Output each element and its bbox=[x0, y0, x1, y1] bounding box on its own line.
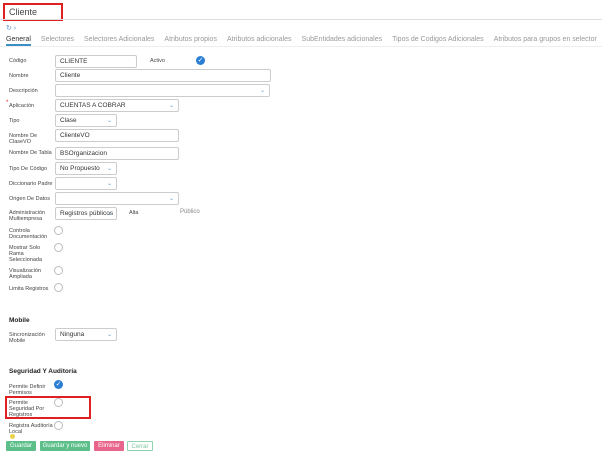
tab-bar: General Selectores Selectores Adicionale… bbox=[6, 36, 597, 46]
tipocodigo-select[interactable]: No Propuesto ⌄ bbox=[55, 162, 117, 175]
clasevo-label: Nombre De ClaseVO bbox=[9, 133, 38, 145]
sync-label: Sincronización Mobile bbox=[9, 332, 45, 344]
tipocodigo-value: No Propuesto bbox=[60, 165, 100, 172]
diccionario-select[interactable]: ⌄ bbox=[55, 177, 117, 190]
chevron-down-icon: ⌄ bbox=[106, 181, 112, 187]
descripcion-select[interactable]: ⌄ bbox=[55, 84, 270, 97]
multiempresa-label: Administración Multiempresa bbox=[9, 210, 46, 222]
nombre-label: Nombre bbox=[9, 73, 29, 79]
rama-checkbox[interactable] bbox=[54, 243, 63, 252]
tipocodigo-label: Tipo De Código bbox=[9, 166, 48, 172]
visualizacion-checkbox[interactable] bbox=[54, 266, 63, 275]
tab-atributos-adicionales[interactable]: Atributos adicionales bbox=[227, 36, 292, 46]
origen-label: Origen De Datos bbox=[9, 196, 50, 202]
diccionario-label: Diccionario Padre bbox=[9, 181, 53, 187]
permisos-label: Permite Definir Permisos bbox=[9, 384, 46, 396]
codigo-input[interactable]: CLIENTE bbox=[55, 55, 137, 68]
tab-subentidades[interactable]: SubEntidades adicionales bbox=[302, 36, 383, 46]
seguridad-registros-checkbox[interactable] bbox=[54, 398, 63, 407]
cerrar-button[interactable]: Cerrar bbox=[127, 441, 153, 451]
chevron-down-icon: ⌄ bbox=[106, 118, 112, 124]
origen-select[interactable]: ⌄ bbox=[55, 192, 179, 205]
controla-label: Controla Documentación bbox=[9, 228, 48, 240]
chevron-down-icon: ⌄ bbox=[106, 166, 112, 172]
chevron-down-icon: ⌄ bbox=[106, 211, 112, 217]
activo-checkbox[interactable]: ✓ bbox=[196, 56, 205, 65]
activo-label: Activo bbox=[150, 58, 165, 64]
tab-atributos-propios[interactable]: Atributos propios bbox=[164, 36, 217, 46]
nombre-input[interactable]: Cliente bbox=[55, 69, 271, 82]
aplicacion-value: CUENTAS A COBRAR bbox=[60, 102, 126, 109]
guardar-button[interactable]: Guardar bbox=[6, 441, 36, 451]
chevron-down-icon: ⌄ bbox=[259, 88, 265, 94]
guardar-nuevo-button[interactable]: Guardar y nuevo bbox=[40, 441, 90, 451]
permisos-checkbox[interactable]: ✓ bbox=[54, 380, 63, 389]
tipo-value: Clase bbox=[60, 117, 77, 124]
limita-label: Limita Registros bbox=[9, 286, 49, 292]
chevron-down-icon: ⌄ bbox=[168, 196, 174, 202]
limita-checkbox[interactable] bbox=[54, 283, 63, 292]
chevron-down-icon: ⌄ bbox=[168, 103, 174, 109]
refresh-icon[interactable]: ↻ › bbox=[6, 24, 16, 32]
codigo-label: Código bbox=[9, 58, 27, 64]
tab-tipos-codigos[interactable]: Tipos de Codigos Adicionales bbox=[392, 36, 484, 46]
tab-selectores-adicionales[interactable]: Selectores Adicionales bbox=[84, 36, 154, 46]
mobile-heading: Mobile bbox=[9, 317, 30, 324]
multiempresa-value: Registros públicos bbox=[60, 210, 114, 217]
aplicacion-label: Aplicación bbox=[9, 103, 35, 109]
publico-label: Público bbox=[180, 209, 200, 215]
tab-divider bbox=[0, 46, 602, 47]
tab-selectores[interactable]: Selectores bbox=[41, 36, 74, 46]
tabla-label: Nombre De Tabla bbox=[9, 150, 52, 156]
auditoria-label: Registra Auditoría Local bbox=[9, 423, 53, 435]
tipo-select[interactable]: Clase ⌄ bbox=[55, 114, 117, 127]
alta-label: Alta bbox=[129, 210, 139, 216]
controla-checkbox[interactable] bbox=[54, 226, 63, 235]
chevron-down-icon: ⌄ bbox=[106, 332, 112, 338]
seguridad-registros-label: Permite Seguridad Por Registros bbox=[9, 400, 45, 418]
rama-label: Mostrar Solo Rama Seleccionada bbox=[9, 245, 43, 263]
aplicacion-select[interactable]: CUENTAS A COBRAR ⌄ bbox=[55, 99, 179, 112]
tab-general[interactable]: General bbox=[6, 36, 31, 46]
clasevo-input[interactable]: ClienteVO bbox=[55, 129, 179, 142]
auditoria-checkbox[interactable] bbox=[54, 421, 63, 430]
sync-select[interactable]: Ninguna ⌄ bbox=[55, 328, 117, 341]
tipo-label: Tipo bbox=[9, 118, 20, 124]
visualizacion-label: Visualización Ampliada bbox=[9, 268, 42, 280]
seguridad-heading: Seguridad Y Auditoría bbox=[9, 368, 77, 375]
multiempresa-select[interactable]: Registros públicos ⌄ bbox=[55, 207, 117, 220]
help-icon[interactable] bbox=[10, 434, 15, 439]
tabla-input[interactable]: BSOrganizacion bbox=[55, 147, 179, 160]
divider bbox=[0, 19, 602, 20]
sync-value: Ninguna bbox=[60, 331, 85, 338]
eliminar-button[interactable]: Eliminar bbox=[94, 441, 124, 451]
descripcion-label: Descripción bbox=[9, 88, 38, 94]
required-marker: * bbox=[6, 100, 9, 106]
tab-atributos-grupos[interactable]: Atributos para grupos en selector bbox=[494, 36, 597, 46]
